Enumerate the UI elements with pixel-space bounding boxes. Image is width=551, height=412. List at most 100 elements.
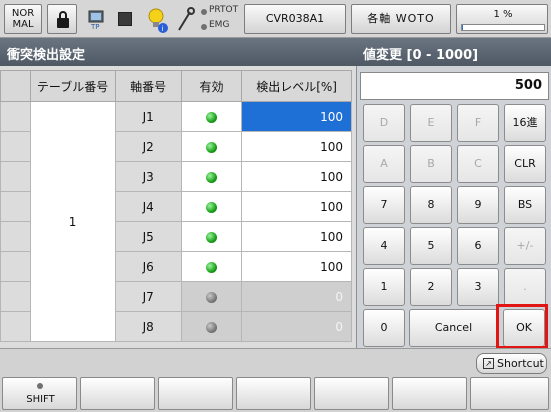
lightbulb-icon: i	[147, 6, 169, 34]
wrench-icon	[174, 6, 196, 34]
key-E[interactable]: E	[410, 104, 452, 142]
enabled-led-icon	[206, 261, 217, 273]
speed-text: 1 %	[493, 9, 513, 20]
enabled-cell[interactable]	[180, 131, 243, 162]
value-input[interactable]: 500	[360, 72, 549, 100]
row-header	[0, 311, 31, 342]
function-key-6[interactable]	[392, 377, 467, 410]
key-[interactable]: +/-	[504, 227, 546, 265]
key-3[interactable]: 3	[457, 268, 499, 306]
axis-cell: J6	[114, 251, 182, 282]
axis-cell: J8	[114, 311, 182, 342]
enabled-led-icon	[206, 201, 217, 213]
shift-lamp-icon	[37, 383, 43, 389]
column-header-detection-level: 検出レベル[%]	[241, 70, 352, 102]
enabled-cell[interactable]	[180, 191, 243, 222]
key-0[interactable]: 0	[363, 309, 405, 347]
detection-level-cell[interactable]: 100	[241, 101, 352, 132]
collision-table: テーブル番号 軸番号 有効 検出レベル[%] 1 J1 100 J2 100 J3 100 J…	[0, 70, 352, 342]
key-6[interactable]: 6	[457, 227, 499, 265]
key-7[interactable]: 7	[363, 186, 405, 224]
detection-level-cell[interactable]: 100	[241, 221, 352, 252]
column-header-table-number: テーブル番号	[29, 70, 116, 102]
program-button[interactable]: CVR038A1	[244, 4, 346, 34]
key-2[interactable]: 2	[410, 268, 452, 306]
key-F[interactable]: F	[457, 104, 499, 142]
enabled-led-icon	[206, 141, 217, 153]
key-8[interactable]: 8	[410, 186, 452, 224]
axis-cell: J3	[114, 161, 182, 192]
shortcut-icon: ↗	[483, 358, 494, 369]
row-header	[0, 221, 31, 252]
enabled-cell[interactable]	[180, 161, 243, 192]
ok-highlight-box	[496, 304, 548, 349]
prtot-lamp-icon	[201, 9, 207, 15]
enabled-cell[interactable]	[180, 251, 243, 282]
axis-cell: J2	[114, 131, 182, 162]
tp-label: TP	[91, 23, 100, 31]
enabled-cell[interactable]	[180, 101, 243, 132]
function-key-3[interactable]	[158, 377, 233, 410]
enabled-cell[interactable]	[180, 281, 243, 312]
jog-mode-button[interactable]: 各軸 WOTO	[351, 4, 451, 34]
status-bar: NOR MAL TP i PRTOT EMG CVR038A1 各軸 WOTO …	[0, 0, 551, 38]
key-B[interactable]: B	[410, 145, 452, 183]
enabled-led-icon	[206, 171, 217, 183]
column-header-axis: 軸番号	[114, 70, 182, 102]
detection-level-cell[interactable]: 0	[241, 311, 352, 342]
svg-text:i: i	[162, 25, 164, 33]
row-header	[0, 131, 31, 162]
key-D[interactable]: D	[363, 104, 405, 142]
shortcut-label: Shortcut	[497, 357, 544, 370]
mode-button[interactable]: NOR MAL	[4, 4, 42, 34]
key-[interactable]: .	[504, 268, 546, 306]
prtot-label: PRTOT	[209, 5, 239, 15]
column-header-enabled: 有効	[180, 70, 243, 102]
emg-lamp-icon	[201, 24, 207, 30]
key-5[interactable]: 5	[410, 227, 452, 265]
shift-label: SHIFT	[26, 394, 55, 405]
stop-icon	[118, 12, 132, 26]
key-16[interactable]: 16進	[504, 104, 546, 142]
axis-cell: J5	[114, 221, 182, 252]
cancel-button[interactable]: Cancel	[409, 309, 498, 347]
detection-level-cell[interactable]: 100	[241, 251, 352, 282]
row-header	[0, 191, 31, 222]
key-C[interactable]: C	[457, 145, 499, 183]
lock-button[interactable]	[47, 4, 77, 34]
function-key-4[interactable]	[236, 377, 311, 410]
teach-pendant-icon: TP	[86, 8, 106, 34]
disabled-led-icon	[206, 321, 217, 333]
axis-cell: J1	[114, 101, 182, 132]
key-9[interactable]: 9	[457, 186, 499, 224]
key-BS[interactable]: BS	[504, 186, 546, 224]
speed-indicator[interactable]: 1 %	[456, 4, 548, 34]
function-key-2[interactable]	[80, 377, 155, 410]
shortcut-button[interactable]: ↗ Shortcut	[476, 353, 547, 374]
enabled-cell[interactable]	[180, 311, 243, 342]
detection-level-cell[interactable]: 100	[241, 191, 352, 222]
row-header	[0, 161, 31, 192]
enabled-led-icon	[206, 111, 217, 123]
emg-label: EMG	[209, 20, 230, 30]
mode-label: NOR MAL	[11, 8, 35, 30]
table-number-cell: 1	[29, 101, 116, 342]
function-key-5[interactable]	[314, 377, 389, 410]
enabled-cell[interactable]	[180, 221, 243, 252]
detection-level-cell[interactable]: 0	[241, 281, 352, 312]
key-CLR[interactable]: CLR	[504, 145, 546, 183]
detection-level-cell[interactable]: 100	[241, 161, 352, 192]
dialog-title: 値変更 [0 - 1000]	[363, 48, 479, 63]
function-key-1[interactable]: SHIFT	[2, 377, 77, 410]
speed-bar-fill	[462, 25, 463, 30]
disabled-led-icon	[206, 291, 217, 303]
key-1[interactable]: 1	[363, 268, 405, 306]
speed-bar	[461, 24, 545, 31]
key-4[interactable]: 4	[363, 227, 405, 265]
table-row[interactable]: 1 J1 100	[0, 101, 352, 342]
function-key-7[interactable]	[470, 377, 549, 410]
key-A[interactable]: A	[363, 145, 405, 183]
axis-cell: J7	[114, 281, 182, 312]
row-header	[0, 101, 31, 132]
detection-level-cell[interactable]: 100	[241, 131, 352, 162]
